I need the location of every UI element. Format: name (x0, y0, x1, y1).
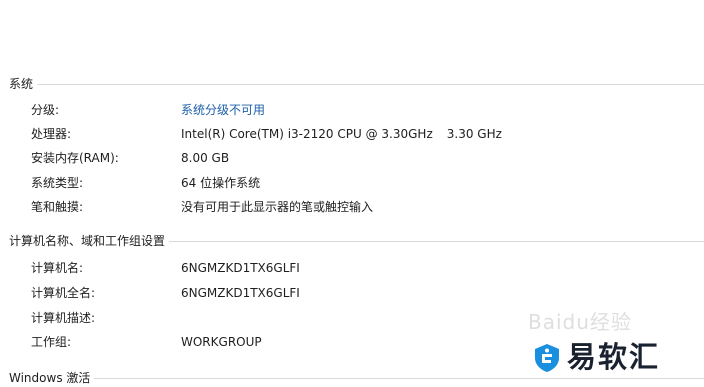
pen-touch-value: 没有可用于此显示器的笔或触控输入 (181, 200, 374, 214)
full-computer-name-value: 6NGMZKD1TX6GLFI (181, 286, 300, 300)
system-type-row: 系统类型: 64 位操作系统 (31, 173, 694, 193)
system-type-label: 系统类型: (31, 176, 84, 190)
faint-watermark: Baidu经验 (528, 310, 632, 334)
processor-value: Intel(R) Core(TM) i3-2120 CPU @ 3.30GHz 3… (181, 124, 502, 144)
section-divider (9, 378, 704, 379)
system-section-title: 系统 (9, 75, 38, 93)
computer-name-value: 6NGMZKD1TX6GLFI (181, 261, 300, 275)
system-type-value: 64 位操作系统 (181, 176, 261, 190)
workgroup-label: 工作组: (31, 335, 72, 349)
brand-logo-icon (535, 344, 559, 372)
rating-row: 分级: 系统分级不可用 (31, 100, 694, 120)
memory-value: 8.00 GB (181, 151, 230, 165)
processor-model: Intel(R) Core(TM) i3-2120 CPU @ 3.30GHz (181, 127, 433, 141)
brand-watermark-text: 易软汇 (567, 340, 661, 374)
rating-label: 分级: (31, 103, 60, 117)
system-section-header: 系统 (9, 75, 704, 93)
processor-row: 处理器: Intel(R) Core(TM) i3-2120 CPU @ 3.3… (31, 124, 694, 144)
memory-label: 安装内存(RAM): (31, 151, 119, 165)
activation-section-title: Windows 激活 (9, 369, 95, 387)
pen-touch-label: 笔和触摸: (31, 200, 84, 214)
workgroup-value: WORKGROUP (181, 335, 262, 349)
section-divider (9, 84, 704, 85)
rating-unavailable-link[interactable]: 系统分级不可用 (181, 100, 265, 120)
processor-speed: 3.30 GHz (446, 127, 502, 141)
memory-row: 安装内存(RAM): 8.00 GB (31, 148, 694, 168)
computer-section-header: 计算机名称、域和工作组设置 (9, 232, 704, 250)
computer-name-row: 计算机名: 6NGMZKD1TX6GLFI (31, 258, 694, 278)
full-computer-name-label: 计算机全名: (31, 286, 96, 300)
pen-touch-row: 笔和触摸: 没有可用于此显示器的笔或触控输入 (31, 197, 694, 217)
full-computer-name-row: 计算机全名: 6NGMZKD1TX6GLFI (31, 283, 694, 303)
processor-label: 处理器: (31, 127, 72, 141)
computer-description-label: 计算机描述: (31, 311, 96, 325)
computer-section-title: 计算机名称、域和工作组设置 (9, 232, 170, 250)
computer-name-label: 计算机名: (31, 261, 84, 275)
